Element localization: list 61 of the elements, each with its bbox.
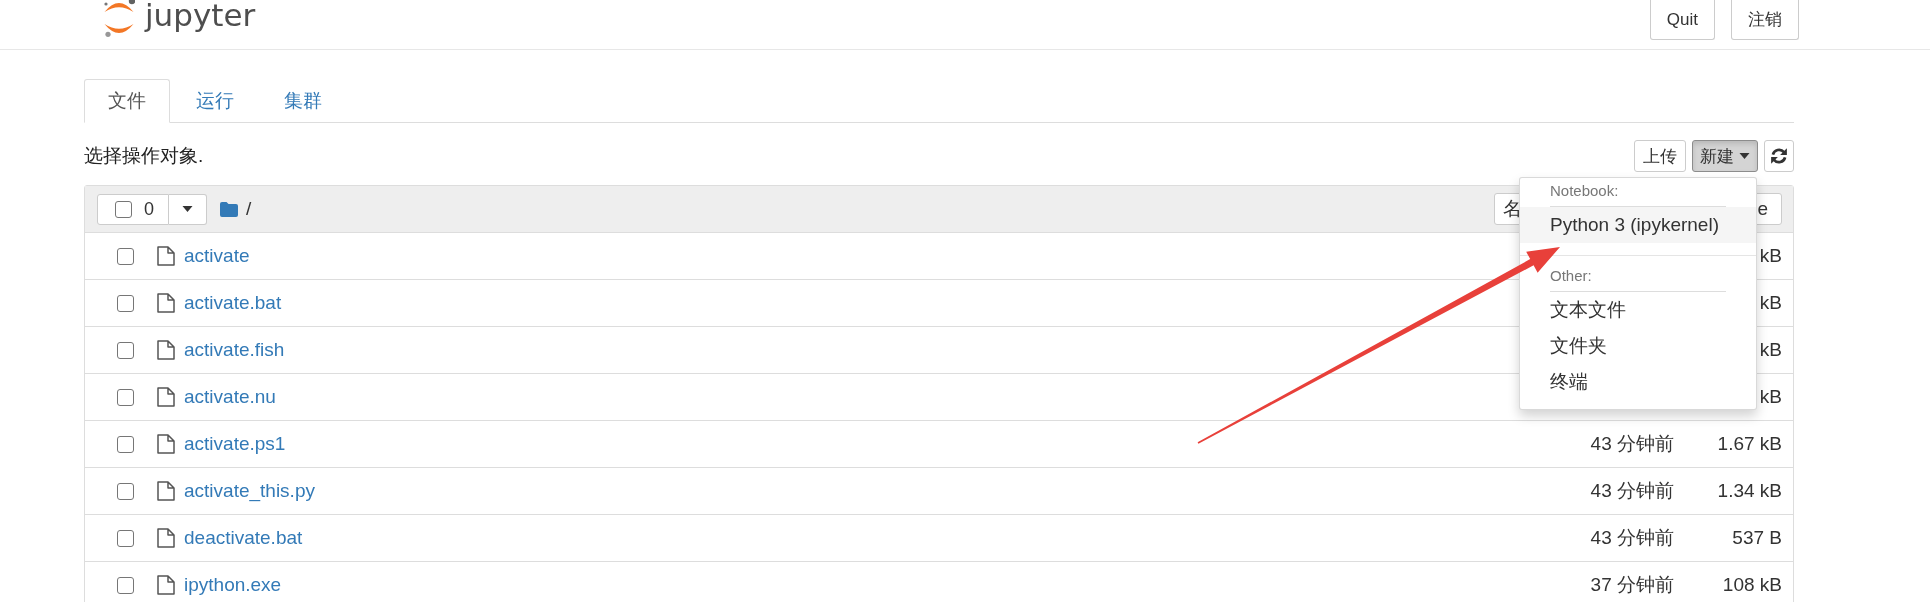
row-checkbox[interactable] (117, 294, 134, 312)
refresh-button[interactable] (1764, 140, 1794, 172)
file-name-link[interactable]: ipython.exe (184, 574, 282, 596)
row-checkbox[interactable] (117, 576, 134, 594)
caret-icon (182, 206, 193, 212)
file-icon (157, 481, 175, 501)
menu-item[interactable]: 终端 (1520, 364, 1756, 400)
file-name-link[interactable]: activate.nu (184, 386, 276, 408)
instruction-text: 选择操作对象. (84, 144, 204, 168)
breadcrumb-path[interactable]: / (246, 198, 252, 220)
file-name-link[interactable]: activate.ps1 (184, 433, 286, 455)
file-icon (157, 434, 175, 454)
tab[interactable]: 运行 (172, 79, 258, 123)
file-size: kB (1759, 292, 1782, 314)
refresh-icon (1770, 147, 1788, 165)
file-icon (157, 293, 175, 313)
select-all-checkbox[interactable] (115, 200, 132, 218)
logout-button[interactable]: 注销 (1731, 0, 1799, 40)
modified-time: 43 分钟前 (1590, 526, 1674, 550)
row-checkbox[interactable] (117, 247, 134, 265)
caret-icon (1739, 153, 1750, 159)
file-icon (157, 340, 175, 360)
quit-button[interactable]: Quit (1649, 0, 1715, 40)
file-icon (157, 246, 175, 266)
menu-item[interactable]: 文本文件 (1520, 292, 1756, 328)
row-checkbox[interactable] (117, 435, 134, 453)
menu-section-header: Notebook: (1550, 182, 1619, 199)
file-name-link[interactable]: activate_this.py (184, 480, 315, 502)
file-size: 108 kB (1722, 574, 1782, 596)
modified-time: 43 分钟前 (1590, 432, 1674, 456)
logo-icon (103, 0, 135, 37)
file-icon (157, 387, 175, 407)
modified-time: 43 分钟前 (1590, 479, 1674, 503)
file-size: 1.34 kB (1717, 480, 1782, 502)
selection-menu-button[interactable] (169, 193, 207, 225)
tab[interactable]: 集群 (260, 79, 346, 123)
file-size: 537 B (1732, 527, 1782, 549)
logo-text: jupyter (145, 0, 256, 30)
file-size: 1.67 kB (1717, 433, 1782, 455)
menu-item[interactable]: 文件夹 (1520, 328, 1756, 364)
file-size: kB (1759, 386, 1782, 408)
row-checkbox[interactable] (117, 341, 134, 359)
file-name-link[interactable]: activate.bat (184, 292, 282, 314)
file-size: kB (1759, 339, 1782, 361)
menu-item[interactable]: Python 3 (ipykernel) (1520, 207, 1756, 243)
file-icon (157, 528, 175, 548)
file-icon (157, 575, 175, 595)
row-checkbox[interactable] (117, 529, 134, 547)
new-button[interactable]: 新建 (1692, 140, 1758, 172)
file-size: kB (1759, 245, 1782, 267)
tab[interactable]: 文件 (84, 79, 170, 123)
file-name-link[interactable]: deactivate.bat (184, 527, 303, 549)
row-checkbox[interactable] (117, 482, 134, 500)
modified-time: 37 分钟前 (1590, 573, 1674, 597)
file-name-link[interactable]: activate.fish (184, 339, 285, 361)
menu-section-header: Other: (1550, 267, 1592, 284)
file-name-link[interactable]: activate (184, 245, 250, 267)
select-all-button[interactable]: 0 (97, 193, 169, 225)
row-checkbox[interactable] (117, 388, 134, 406)
upload-button[interactable]: 上传 (1634, 140, 1686, 172)
folder-icon (220, 201, 238, 217)
